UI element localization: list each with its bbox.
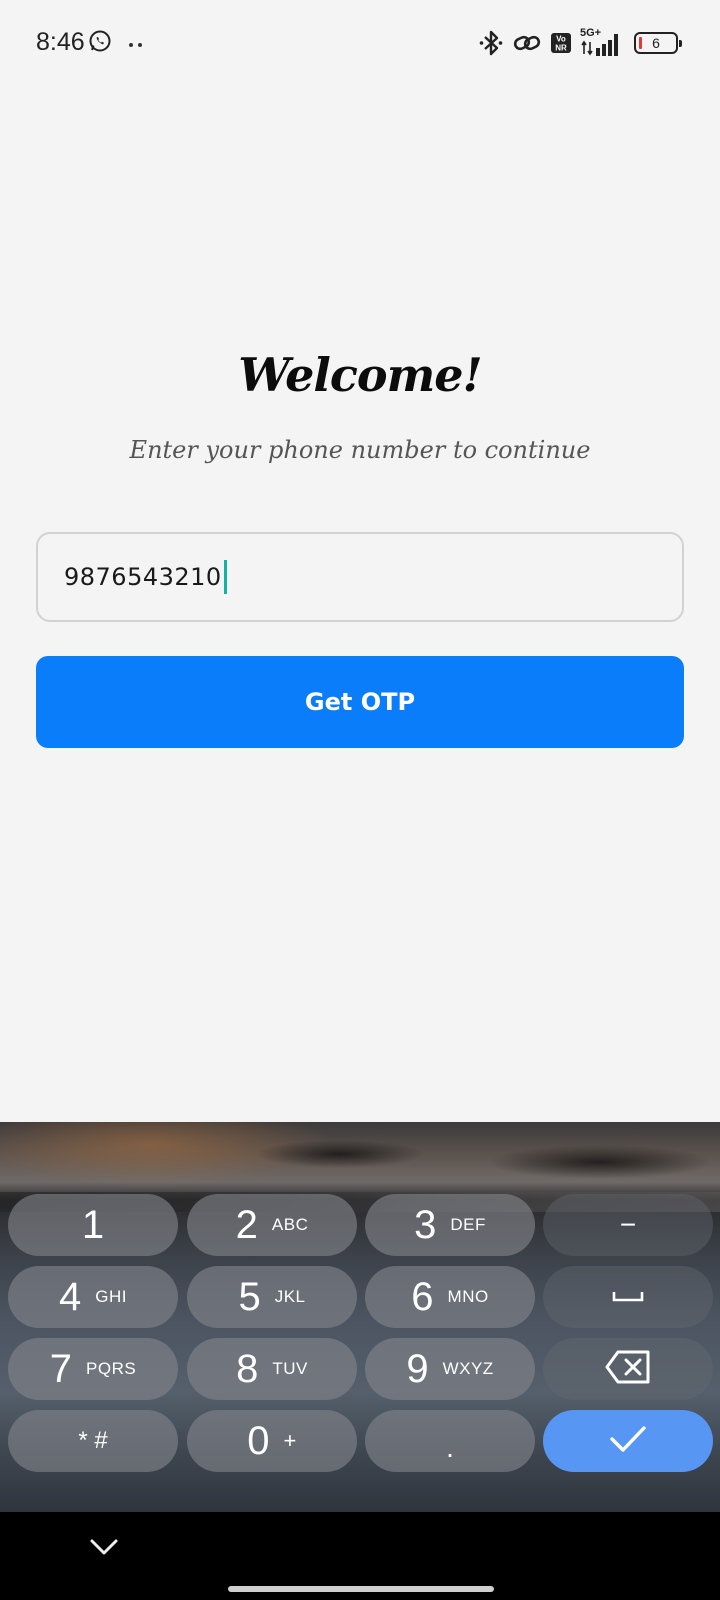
backspace-key[interactable] bbox=[543, 1338, 713, 1400]
key-3[interactable]: 3 DEF bbox=[365, 1194, 535, 1256]
key-2[interactable]: 2 ABC bbox=[187, 1194, 357, 1256]
key-4[interactable]: 4 GHI bbox=[8, 1266, 178, 1328]
symbols-key[interactable]: * # bbox=[8, 1410, 178, 1472]
signal-icon: 5G+ bbox=[580, 27, 626, 58]
bluetooth-icon bbox=[478, 29, 504, 57]
text-caret bbox=[223, 560, 227, 594]
svg-text:NR: NR bbox=[555, 44, 567, 53]
svg-text:Vo: Vo bbox=[556, 35, 566, 44]
numeric-keyboard: 1 2 ABC 3 DEF − 4 GHI 5 JKL 6 MNO 7 PQRS… bbox=[0, 1122, 720, 1512]
page-title: Welcome! bbox=[238, 348, 482, 402]
key-9[interactable]: 9 WXYZ bbox=[365, 1338, 535, 1400]
minus-key[interactable]: − bbox=[543, 1194, 713, 1256]
phone-number-input[interactable]: 9876543210 bbox=[36, 532, 684, 622]
home-gesture-handle[interactable] bbox=[228, 1586, 494, 1592]
get-otp-button[interactable]: Get OTP bbox=[36, 656, 684, 748]
phone-number-value: 9876543210 bbox=[64, 563, 222, 591]
space-key[interactable] bbox=[543, 1266, 713, 1328]
whatsapp-icon bbox=[88, 29, 112, 57]
minus-icon: − bbox=[619, 1209, 637, 1240]
battery-level: 6 bbox=[652, 35, 660, 51]
key-5[interactable]: 5 JKL bbox=[187, 1266, 357, 1328]
more-dots-icon bbox=[128, 34, 144, 53]
hide-keyboard-button[interactable] bbox=[88, 1534, 120, 1560]
vonr-icon: Vo NR bbox=[550, 32, 572, 54]
chevron-down-icon bbox=[90, 1539, 118, 1555]
done-key[interactable] bbox=[543, 1410, 713, 1472]
page-subtitle: Enter your phone number to continue bbox=[129, 436, 591, 464]
battery-icon: 6 bbox=[634, 32, 682, 54]
space-icon bbox=[611, 1288, 645, 1307]
checkmark-icon bbox=[609, 1425, 647, 1457]
period-key[interactable]: . bbox=[365, 1410, 535, 1472]
status-bar: 8:46 Vo NR 5G+ 6 bbox=[0, 0, 720, 86]
key-7[interactable]: 7 PQRS bbox=[8, 1338, 178, 1400]
status-time: 8:46 bbox=[36, 28, 85, 56]
key-0[interactable]: 0 + bbox=[187, 1410, 357, 1472]
backspace-icon bbox=[604, 1349, 652, 1389]
navigation-bar bbox=[0, 1512, 720, 1600]
key-1[interactable]: 1 bbox=[8, 1194, 178, 1256]
key-6[interactable]: 6 MNO bbox=[365, 1266, 535, 1328]
key-8[interactable]: 8 TUV bbox=[187, 1338, 357, 1400]
link-icon bbox=[512, 31, 542, 55]
